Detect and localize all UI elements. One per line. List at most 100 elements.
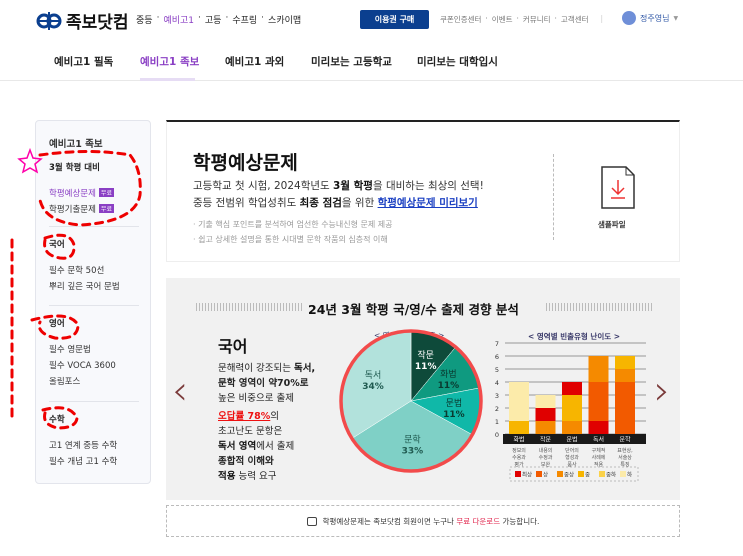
level-middle[interactable]: 중등 — [136, 13, 153, 26]
bar-segment — [562, 382, 582, 395]
pie-value: 11% — [438, 381, 460, 391]
x-tick-label: 문학 — [619, 436, 631, 444]
divider — [49, 305, 139, 306]
sidebar-item-eng-grammar[interactable]: 필수 영문법 — [49, 343, 91, 355]
pie-value: 33% — [402, 446, 424, 456]
bar-segment — [588, 356, 609, 382]
tab-preview-college[interactable]: 미리보는 대학입시 — [417, 54, 498, 69]
logo[interactable]: 족보닷컴 — [36, 8, 129, 33]
main-nav: 예비고1 필독 예비고1 족보 예비고1 과외 미리보는 고등학교 미리보는 대… — [0, 40, 743, 81]
sidebar-heading-march: 3월 학평 대비 — [49, 163, 100, 173]
pie-value: 34% — [362, 382, 384, 392]
pie-value: 11% — [443, 410, 465, 420]
avatar — [622, 11, 636, 25]
x-sublabel: 내용의 — [539, 447, 553, 454]
tab-pre-high-reading[interactable]: 예비고1 필독 — [54, 54, 113, 69]
intro-title: 학평예상문제 — [193, 152, 298, 174]
bar-segment — [615, 369, 635, 382]
intro-line-1: 고등학교 첫 시험, 2024학년도 3월 학평을 대비하는 최상의 선택! — [193, 180, 484, 192]
legend-label: 중상 — [564, 471, 574, 479]
bar-segment — [535, 408, 556, 421]
bar-segment — [509, 421, 529, 434]
sidebar: 예비고1 족보 3월 학평 대비 학평예상문제 무료 학평기출문제 무료 국어 필수… — [35, 120, 151, 484]
divider — [49, 226, 139, 227]
y-tick-label: 4 — [495, 379, 499, 387]
y-tick-label: 6 — [495, 353, 499, 361]
active-tab-indicator — [140, 78, 195, 81]
infographic-banner: 24년 3월 학평 국/영/수 출제 경향 분석 ‹ › 국어 문해력이 강조되… — [166, 278, 680, 500]
tab-pre-high-tutoring[interactable]: 예비고1 과외 — [225, 54, 284, 69]
x-sublabel: 단어의 — [565, 447, 579, 454]
x-sublabel: 형성과 — [565, 454, 579, 461]
sidebar-item-mock-past[interactable]: 학평기출문제 무료 — [49, 203, 114, 215]
y-tick-label: 3 — [495, 392, 499, 400]
sidebar-item-mock-predict[interactable]: 학평예상문제 무료 — [49, 187, 114, 199]
legend-label: 하 — [627, 471, 632, 479]
speech-bubble-icon — [306, 516, 317, 526]
pie-label: 화법 — [440, 369, 457, 380]
free-badge: 무료 — [98, 188, 114, 197]
x-sublabel: 서술상 — [618, 454, 632, 461]
sidebar-item-olympos[interactable]: 올림포스 — [49, 375, 80, 387]
bar-segment — [588, 382, 609, 421]
y-tick-label: 5 — [495, 366, 499, 374]
charts: 작문11%화법11%문법11%문학33%독서34%01234567화법정보의수용… — [339, 329, 646, 482]
preview-link[interactable]: 학평예상문제 미리보기 — [378, 197, 478, 209]
bar-segment — [615, 356, 635, 369]
download-file-icon[interactable] — [601, 166, 635, 209]
x-sublabel: 구체적 — [592, 447, 606, 454]
legend-swatch — [620, 471, 626, 477]
sidebar-title: 예비고1 족보 — [49, 139, 103, 150]
buy-pass-button[interactable]: 이용권 구매 — [360, 10, 429, 29]
x-sublabel: 정보의 — [512, 447, 526, 454]
sidebar-item-math-link[interactable]: 고1 연계 중등 수학 — [49, 439, 117, 451]
x-tick-label: 문법 — [566, 436, 577, 444]
logo-icon — [36, 11, 62, 30]
user-name: 정주영님 — [640, 13, 670, 23]
bar-segment — [535, 395, 556, 408]
x-tick-label: 독서 — [593, 436, 604, 444]
footer-notice: 학평예상문제는 족보닷컴 회원이면 누구나 무료 다운로드 가능합니다. — [166, 505, 680, 537]
sidebar-item-grammar[interactable]: 뿌리 깊은 국어 문법 — [49, 280, 120, 292]
bar-segment — [535, 421, 556, 434]
level-skymap[interactable]: 스카이맵 — [268, 13, 301, 26]
level-pre-high[interactable]: 예비고1 — [163, 13, 194, 26]
legend-label: 상 — [543, 471, 548, 479]
sidebar-heading-english: 영어 — [49, 319, 65, 329]
pie-label: 작문 — [417, 350, 434, 361]
community-link[interactable]: 커뮤니티 — [523, 14, 551, 25]
bar-segment — [615, 382, 635, 434]
tab-preview-highschool[interactable]: 미리보는 고등학교 — [311, 54, 392, 69]
pie-label: 문법 — [446, 398, 463, 409]
sample-file-label[interactable]: 샘플파일 — [598, 219, 626, 230]
x-sublabel: 사례에 — [592, 454, 606, 461]
sidebar-item-math-concept[interactable]: 필수 개념 고1 수학 — [49, 455, 117, 467]
x-sublabel: 특징 — [620, 461, 629, 468]
sidebar-item-voca[interactable]: 필수 VOCA 3600 — [49, 359, 116, 371]
footer-text: 학평예상문제는 족보닷컴 회원이면 누구나 무료 다운로드 가능합니다. — [322, 516, 540, 526]
event-link[interactable]: 이벤트 — [492, 14, 513, 25]
support-link[interactable]: 고객센터 — [561, 14, 589, 25]
tab-pre-high-jokbo[interactable]: 예비고1 족보 — [140, 54, 199, 69]
sidebar-item-literature[interactable]: 필수 문학 50선 — [49, 264, 104, 276]
legend-swatch — [536, 471, 542, 477]
level-nav: 중등 · 예비고1 · 고등 · 수프링 · 스카이맵 — [136, 13, 302, 26]
level-high[interactable]: 고등 — [205, 13, 222, 26]
x-sublabel: 표현상, — [617, 447, 633, 454]
x-tick-label: 작문 — [540, 437, 552, 444]
header: 족보닷컴 중등 · 예비고1 · 고등 · 수프링 · 스카이맵 이용권 구매 쿠폰인증… — [0, 0, 743, 40]
level-spring[interactable]: 수프링 — [232, 13, 257, 26]
y-tick-label: 0 — [495, 431, 499, 439]
legend-label: 중 — [585, 472, 590, 479]
x-tick-label: 화법 — [513, 436, 524, 444]
caret-down-icon: ▼ — [673, 14, 679, 22]
legend-swatch — [515, 471, 521, 477]
free-badge: 무료 — [98, 204, 114, 213]
bar-segment — [562, 421, 582, 434]
coupon-link[interactable]: 쿠폰인증센터 — [440, 14, 481, 25]
divider — [553, 154, 554, 240]
bar-segment — [588, 421, 609, 434]
user-menu[interactable]: 정주영님 ▼ — [622, 11, 678, 25]
sidebar-heading-korean: 국어 — [49, 240, 65, 250]
bar-segment — [509, 382, 529, 421]
